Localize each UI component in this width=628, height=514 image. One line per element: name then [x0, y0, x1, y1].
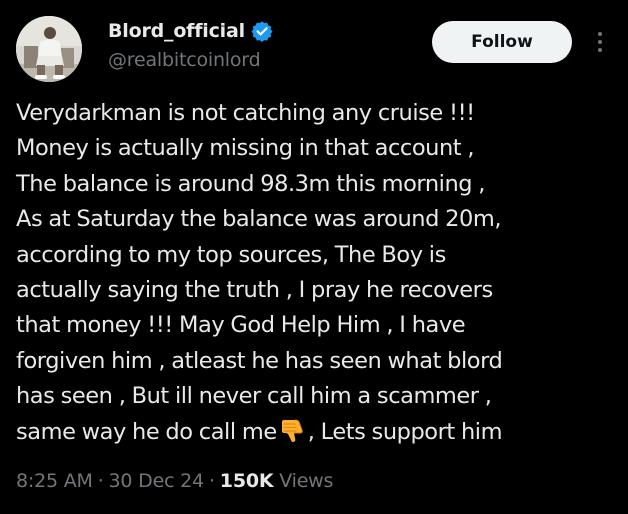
tweet-line: forgiven him , atleast he has seen what … — [16, 347, 503, 374]
tweet-line-part: same way he do call me — [16, 418, 277, 445]
thumbs-down-emoji-icon — [281, 419, 303, 442]
more-dot — [598, 32, 602, 36]
more-dot — [598, 48, 602, 52]
more-dot — [598, 40, 602, 44]
avatar-photo-icon — [16, 16, 82, 82]
avatar[interactable] — [16, 16, 82, 82]
tweet-line-part: , Lets support him — [307, 418, 503, 445]
author-name-row[interactable]: Blord_official — [108, 20, 273, 42]
more-options-icon[interactable] — [588, 24, 612, 60]
tweet-line: Verydarkman is not catching any cruise !… — [16, 100, 475, 126]
author-display-name[interactable]: Blord_official — [108, 20, 245, 42]
tweet-last-line: same way he do call me , Lets support hi… — [16, 415, 616, 450]
post-meta: 8:25 AM · 30 Dec 24 · 150K Views — [16, 470, 333, 492]
author-handle[interactable]: @realbitcoinlord — [108, 49, 261, 71]
verified-badge-icon — [251, 21, 273, 42]
tweet-line: Money is actually missing in that accoun… — [16, 135, 475, 162]
follow-button[interactable]: Follow — [432, 21, 572, 63]
views-count[interactable]: 150K — [220, 470, 274, 492]
post-date[interactable]: 30 Dec 24 — [109, 470, 205, 492]
post-card: Blord_official @realbitcoinlord Follow V… — [0, 0, 628, 514]
tweet-text: Verydarkman is not catching any cruise !… — [16, 96, 616, 450]
tweet-line: according to my top sources, The Boy is — [16, 241, 446, 268]
post-time[interactable]: 8:25 AM — [16, 470, 93, 492]
views-label: Views — [279, 470, 334, 492]
meta-separator: · — [208, 470, 215, 492]
tweet-line: that money !!! May God Help Him , I have — [16, 312, 466, 339]
meta-separator: · — [97, 470, 104, 492]
tweet-line: has seen , But ill never call him a scam… — [16, 383, 492, 410]
tweet-line: As at Saturday the balance was around 20… — [16, 206, 502, 233]
tweet-line: The balance is around 98.3m this morning… — [16, 170, 485, 197]
tweet-line: actually saying the truth , I pray he re… — [16, 276, 493, 303]
